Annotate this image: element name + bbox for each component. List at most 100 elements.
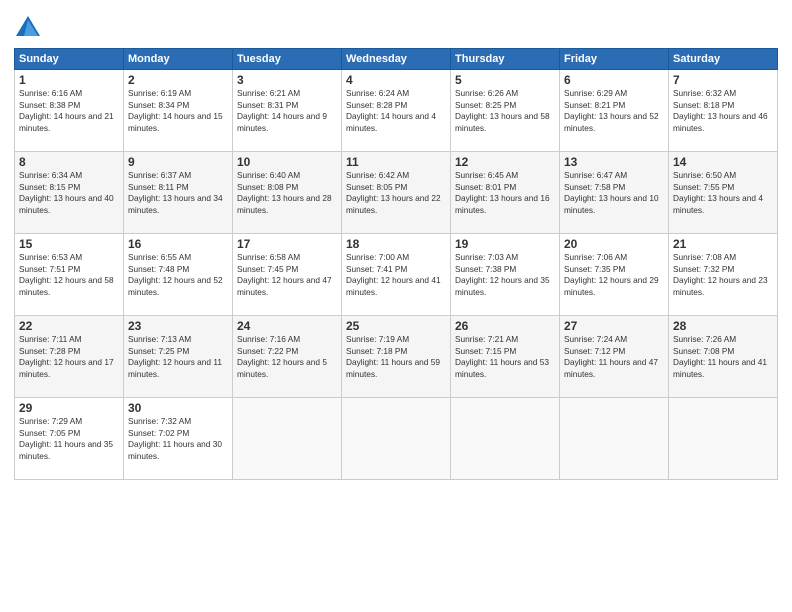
calendar-cell xyxy=(560,398,669,480)
day-info: Sunrise: 7:24 AMSunset: 7:12 PMDaylight:… xyxy=(564,334,664,380)
calendar-cell xyxy=(669,398,778,480)
calendar-cell xyxy=(233,398,342,480)
day-number: 24 xyxy=(237,319,337,333)
day-number: 6 xyxy=(564,73,664,87)
day-info: Sunrise: 7:03 AMSunset: 7:38 PMDaylight:… xyxy=(455,252,555,298)
day-info: Sunrise: 7:06 AMSunset: 7:35 PMDaylight:… xyxy=(564,252,664,298)
calendar-cell: 27Sunrise: 7:24 AMSunset: 7:12 PMDayligh… xyxy=(560,316,669,398)
day-number: 8 xyxy=(19,155,119,169)
day-number: 11 xyxy=(346,155,446,169)
day-info: Sunrise: 6:37 AMSunset: 8:11 PMDaylight:… xyxy=(128,170,228,216)
day-info: Sunrise: 6:16 AMSunset: 8:38 PMDaylight:… xyxy=(19,88,119,134)
day-number: 21 xyxy=(673,237,773,251)
day-header-friday: Friday xyxy=(560,49,669,70)
calendar-cell: 24Sunrise: 7:16 AMSunset: 7:22 PMDayligh… xyxy=(233,316,342,398)
page: SundayMondayTuesdayWednesdayThursdayFrid… xyxy=(0,0,792,612)
day-info: Sunrise: 6:24 AMSunset: 8:28 PMDaylight:… xyxy=(346,88,446,134)
day-number: 17 xyxy=(237,237,337,251)
calendar-body: 1Sunrise: 6:16 AMSunset: 8:38 PMDaylight… xyxy=(15,70,778,480)
calendar-cell: 17Sunrise: 6:58 AMSunset: 7:45 PMDayligh… xyxy=(233,234,342,316)
day-number: 7 xyxy=(673,73,773,87)
day-info: Sunrise: 7:08 AMSunset: 7:32 PMDaylight:… xyxy=(673,252,773,298)
day-number: 25 xyxy=(346,319,446,333)
calendar-cell: 15Sunrise: 6:53 AMSunset: 7:51 PMDayligh… xyxy=(15,234,124,316)
calendar-cell: 12Sunrise: 6:45 AMSunset: 8:01 PMDayligh… xyxy=(451,152,560,234)
day-info: Sunrise: 7:29 AMSunset: 7:05 PMDaylight:… xyxy=(19,416,119,462)
day-info: Sunrise: 6:45 AMSunset: 8:01 PMDaylight:… xyxy=(455,170,555,216)
day-header-monday: Monday xyxy=(124,49,233,70)
day-number: 19 xyxy=(455,237,555,251)
calendar-cell xyxy=(342,398,451,480)
day-info: Sunrise: 6:53 AMSunset: 7:51 PMDaylight:… xyxy=(19,252,119,298)
calendar-cell: 30Sunrise: 7:32 AMSunset: 7:02 PMDayligh… xyxy=(124,398,233,480)
day-number: 30 xyxy=(128,401,228,415)
calendar-week-2: 8Sunrise: 6:34 AMSunset: 8:15 PMDaylight… xyxy=(15,152,778,234)
day-number: 2 xyxy=(128,73,228,87)
calendar-cell: 14Sunrise: 6:50 AMSunset: 7:55 PMDayligh… xyxy=(669,152,778,234)
day-header-tuesday: Tuesday xyxy=(233,49,342,70)
calendar-cell: 13Sunrise: 6:47 AMSunset: 7:58 PMDayligh… xyxy=(560,152,669,234)
day-number: 5 xyxy=(455,73,555,87)
day-number: 13 xyxy=(564,155,664,169)
calendar-cell: 10Sunrise: 6:40 AMSunset: 8:08 PMDayligh… xyxy=(233,152,342,234)
calendar-cell: 4Sunrise: 6:24 AMSunset: 8:28 PMDaylight… xyxy=(342,70,451,152)
calendar-week-3: 15Sunrise: 6:53 AMSunset: 7:51 PMDayligh… xyxy=(15,234,778,316)
calendar-cell: 7Sunrise: 6:32 AMSunset: 8:18 PMDaylight… xyxy=(669,70,778,152)
day-number: 29 xyxy=(19,401,119,415)
calendar-cell: 1Sunrise: 6:16 AMSunset: 8:38 PMDaylight… xyxy=(15,70,124,152)
day-info: Sunrise: 7:32 AMSunset: 7:02 PMDaylight:… xyxy=(128,416,228,462)
day-info: Sunrise: 6:58 AMSunset: 7:45 PMDaylight:… xyxy=(237,252,337,298)
day-info: Sunrise: 7:13 AMSunset: 7:25 PMDaylight:… xyxy=(128,334,228,380)
day-number: 14 xyxy=(673,155,773,169)
day-info: Sunrise: 7:26 AMSunset: 7:08 PMDaylight:… xyxy=(673,334,773,380)
calendar-cell: 6Sunrise: 6:29 AMSunset: 8:21 PMDaylight… xyxy=(560,70,669,152)
day-info: Sunrise: 6:40 AMSunset: 8:08 PMDaylight:… xyxy=(237,170,337,216)
day-header-saturday: Saturday xyxy=(669,49,778,70)
day-info: Sunrise: 7:19 AMSunset: 7:18 PMDaylight:… xyxy=(346,334,446,380)
day-number: 9 xyxy=(128,155,228,169)
day-info: Sunrise: 7:16 AMSunset: 7:22 PMDaylight:… xyxy=(237,334,337,380)
calendar-cell: 9Sunrise: 6:37 AMSunset: 8:11 PMDaylight… xyxy=(124,152,233,234)
day-header-thursday: Thursday xyxy=(451,49,560,70)
calendar-cell: 29Sunrise: 7:29 AMSunset: 7:05 PMDayligh… xyxy=(15,398,124,480)
day-number: 18 xyxy=(346,237,446,251)
day-number: 26 xyxy=(455,319,555,333)
day-number: 28 xyxy=(673,319,773,333)
day-info: Sunrise: 7:00 AMSunset: 7:41 PMDaylight:… xyxy=(346,252,446,298)
day-number: 3 xyxy=(237,73,337,87)
day-info: Sunrise: 7:11 AMSunset: 7:28 PMDaylight:… xyxy=(19,334,119,380)
calendar-cell: 26Sunrise: 7:21 AMSunset: 7:15 PMDayligh… xyxy=(451,316,560,398)
day-number: 12 xyxy=(455,155,555,169)
calendar-week-5: 29Sunrise: 7:29 AMSunset: 7:05 PMDayligh… xyxy=(15,398,778,480)
calendar-cell xyxy=(451,398,560,480)
day-header-wednesday: Wednesday xyxy=(342,49,451,70)
calendar-cell: 5Sunrise: 6:26 AMSunset: 8:25 PMDaylight… xyxy=(451,70,560,152)
calendar-cell: 28Sunrise: 7:26 AMSunset: 7:08 PMDayligh… xyxy=(669,316,778,398)
day-number: 15 xyxy=(19,237,119,251)
calendar-cell: 20Sunrise: 7:06 AMSunset: 7:35 PMDayligh… xyxy=(560,234,669,316)
day-number: 22 xyxy=(19,319,119,333)
day-info: Sunrise: 6:26 AMSunset: 8:25 PMDaylight:… xyxy=(455,88,555,134)
calendar-week-4: 22Sunrise: 7:11 AMSunset: 7:28 PMDayligh… xyxy=(15,316,778,398)
day-info: Sunrise: 6:42 AMSunset: 8:05 PMDaylight:… xyxy=(346,170,446,216)
calendar-cell: 2Sunrise: 6:19 AMSunset: 8:34 PMDaylight… xyxy=(124,70,233,152)
logo xyxy=(14,14,46,42)
day-number: 20 xyxy=(564,237,664,251)
calendar-cell: 25Sunrise: 7:19 AMSunset: 7:18 PMDayligh… xyxy=(342,316,451,398)
day-number: 1 xyxy=(19,73,119,87)
calendar-cell: 8Sunrise: 6:34 AMSunset: 8:15 PMDaylight… xyxy=(15,152,124,234)
day-number: 16 xyxy=(128,237,228,251)
day-info: Sunrise: 6:50 AMSunset: 7:55 PMDaylight:… xyxy=(673,170,773,216)
calendar-cell: 22Sunrise: 7:11 AMSunset: 7:28 PMDayligh… xyxy=(15,316,124,398)
day-header-sunday: Sunday xyxy=(15,49,124,70)
day-info: Sunrise: 6:21 AMSunset: 8:31 PMDaylight:… xyxy=(237,88,337,134)
day-info: Sunrise: 6:29 AMSunset: 8:21 PMDaylight:… xyxy=(564,88,664,134)
day-info: Sunrise: 6:32 AMSunset: 8:18 PMDaylight:… xyxy=(673,88,773,134)
calendar-cell: 23Sunrise: 7:13 AMSunset: 7:25 PMDayligh… xyxy=(124,316,233,398)
calendar-cell: 19Sunrise: 7:03 AMSunset: 7:38 PMDayligh… xyxy=(451,234,560,316)
day-number: 4 xyxy=(346,73,446,87)
day-info: Sunrise: 6:55 AMSunset: 7:48 PMDaylight:… xyxy=(128,252,228,298)
day-info: Sunrise: 6:34 AMSunset: 8:15 PMDaylight:… xyxy=(19,170,119,216)
calendar-cell: 18Sunrise: 7:00 AMSunset: 7:41 PMDayligh… xyxy=(342,234,451,316)
calendar-cell: 16Sunrise: 6:55 AMSunset: 7:48 PMDayligh… xyxy=(124,234,233,316)
